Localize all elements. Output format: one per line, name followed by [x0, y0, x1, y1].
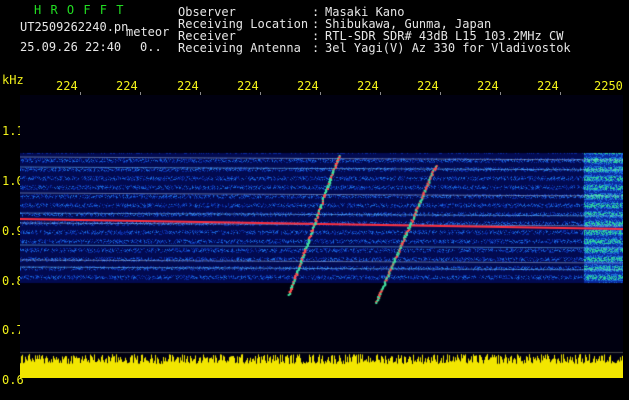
info-colon: :	[312, 41, 320, 55]
x-tick-label: 224	[297, 79, 319, 93]
date-time: 25.09.26 22:40	[20, 40, 122, 54]
file-name: UT2509262240.pn	[20, 20, 129, 34]
x-tick-label: 224	[177, 79, 199, 93]
x-tick-label: 224	[537, 79, 559, 93]
meteor-label: meteor	[126, 25, 170, 39]
spectrogram-canvas	[20, 95, 623, 378]
x-tick-label: 2250	[594, 79, 623, 93]
app-title: H R O F F T	[34, 3, 125, 17]
info-value-antenna: 3el Yagi(V) Az 330 for Vladivostok	[325, 41, 571, 55]
x-tick-label: 224	[477, 79, 499, 93]
x-tick-label: 224	[357, 79, 379, 93]
x-tick-label: 224	[237, 79, 259, 93]
count: 0..	[140, 40, 162, 54]
info-label-antenna: Receiving Antenna	[178, 41, 301, 55]
hrofft-spectrogram-window: H R O F F T UT2509262240.pn meteor 25.09…	[0, 0, 629, 400]
x-tick-label: 224	[56, 79, 78, 93]
x-tick-label: 224	[116, 79, 138, 93]
x-tick-label: 224	[417, 79, 439, 93]
y-axis-unit: kHz	[2, 73, 24, 87]
